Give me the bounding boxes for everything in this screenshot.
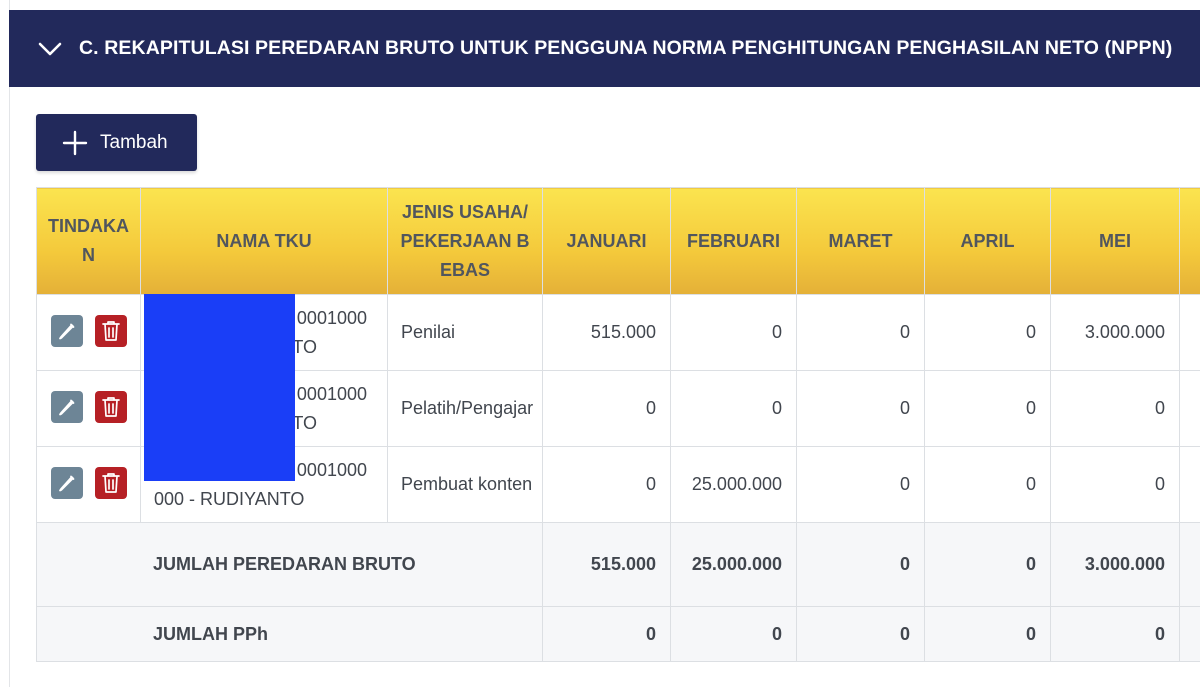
header-next: [1179, 187, 1200, 295]
januari-cell: 515.000: [542, 294, 671, 371]
februari-cell: 25.000.000: [670, 446, 797, 523]
jenis-usaha-cell: Penilai: [387, 294, 543, 371]
header-april[interactable]: APRIL: [924, 187, 1051, 295]
pph-januari: 0: [542, 606, 671, 662]
delete-button[interactable]: [94, 466, 127, 499]
add-button[interactable]: Tambah: [36, 114, 197, 171]
row-actions: [36, 294, 141, 371]
summary-mei: 3.000.000: [1050, 522, 1180, 607]
table-header-row: TINDAKAN NAMA TKU JENIS USAHA/PEKERJAAN …: [36, 187, 1200, 295]
april-cell: 0: [924, 294, 1051, 371]
section-header[interactable]: C. REKAPITULASI PEREDARAN BRUTO UNTUK PE…: [9, 10, 1200, 87]
trash-icon: [101, 396, 120, 417]
overflow-cell: [1179, 370, 1200, 447]
summary-label: JUMLAH PEREDARAN BRUTO: [36, 522, 543, 607]
row-actions: [36, 370, 141, 447]
april-cell: 0: [924, 446, 1051, 523]
overflow-cell: [1179, 294, 1200, 371]
pph-label: JUMLAH PPh: [36, 606, 543, 662]
februari-cell: 0: [670, 294, 797, 371]
pph-mei: 0: [1050, 606, 1180, 662]
overflow-cell: [1179, 446, 1200, 523]
pph-april: 0: [924, 606, 1051, 662]
redaction-box: [144, 294, 295, 481]
header-jenis-usaha[interactable]: JENIS USAHA/PEKERJAAN BEBAS: [387, 187, 543, 295]
mei-cell: 0: [1050, 370, 1180, 447]
maret-cell: 0: [796, 294, 925, 371]
pph-februari: 0: [670, 606, 797, 662]
add-button-label: Tambah: [100, 131, 168, 153]
april-cell: 0: [924, 370, 1051, 447]
row-actions: [36, 446, 141, 523]
pencil-icon: [58, 475, 74, 491]
header-februari[interactable]: FEBRUARI: [670, 187, 797, 295]
header-januari[interactable]: JANUARI: [542, 187, 671, 295]
plus-icon: [62, 130, 88, 156]
summary-row: JUMLAH PEREDARAN BRUTO 515.000 25.000.00…: [36, 522, 1200, 607]
maret-cell: 0: [796, 446, 925, 523]
edit-button[interactable]: [50, 314, 83, 347]
pph-maret: 0: [796, 606, 925, 662]
section-title: C. REKAPITULASI PEREDARAN BRUTO UNTUK PE…: [79, 37, 1173, 59]
summary-februari: 25.000.000: [670, 522, 797, 607]
chevron-down-icon[interactable]: [37, 39, 63, 59]
februari-cell: 0: [670, 370, 797, 447]
mei-cell: 3.000.000: [1050, 294, 1180, 371]
left-border: [9, 0, 10, 687]
edit-button[interactable]: [50, 390, 83, 423]
mei-cell: 0: [1050, 446, 1180, 523]
header-tindakan: TINDAKAN: [36, 187, 141, 295]
trash-icon: [101, 472, 120, 493]
delete-button[interactable]: [94, 390, 127, 423]
delete-button[interactable]: [94, 314, 127, 347]
header-mei[interactable]: MEI: [1050, 187, 1180, 295]
summary-maret: 0: [796, 522, 925, 607]
januari-cell: 0: [542, 446, 671, 523]
pph-row: JUMLAH PPh 0 0 0 0 0: [36, 606, 1200, 662]
header-nama-tku[interactable]: NAMA TKU: [140, 187, 388, 295]
pencil-icon: [58, 323, 74, 339]
header-maret[interactable]: MARET: [796, 187, 925, 295]
summary-april: 0: [924, 522, 1051, 607]
pencil-icon: [58, 399, 74, 415]
jenis-usaha-cell: Pelatih/Pengajar: [387, 370, 543, 447]
trash-icon: [101, 320, 120, 341]
overflow-cell: [1179, 606, 1200, 662]
jenis-usaha-cell: Pembuat konten: [387, 446, 543, 523]
maret-cell: 0: [796, 370, 925, 447]
summary-januari: 515.000: [542, 522, 671, 607]
januari-cell: 0: [542, 370, 671, 447]
overflow-cell: [1179, 522, 1200, 607]
edit-button[interactable]: [50, 466, 83, 499]
